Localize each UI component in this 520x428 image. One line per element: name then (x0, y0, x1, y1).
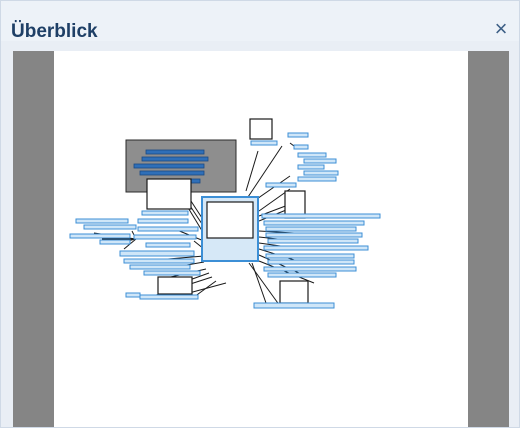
overview-panel: Überblick × (0, 0, 520, 428)
central-topic-image (206, 201, 254, 239)
close-icon[interactable]: × (489, 17, 513, 41)
overview-content (13, 51, 509, 427)
panel-titlebar: Überblick × (1, 1, 519, 42)
panel-title: Überblick (11, 21, 98, 42)
right-margin-area (468, 51, 509, 427)
mindmap-overview-canvas[interactable] (54, 51, 468, 427)
mindmap-thumbnail (69, 118, 381, 309)
left-margin-area (13, 51, 54, 427)
